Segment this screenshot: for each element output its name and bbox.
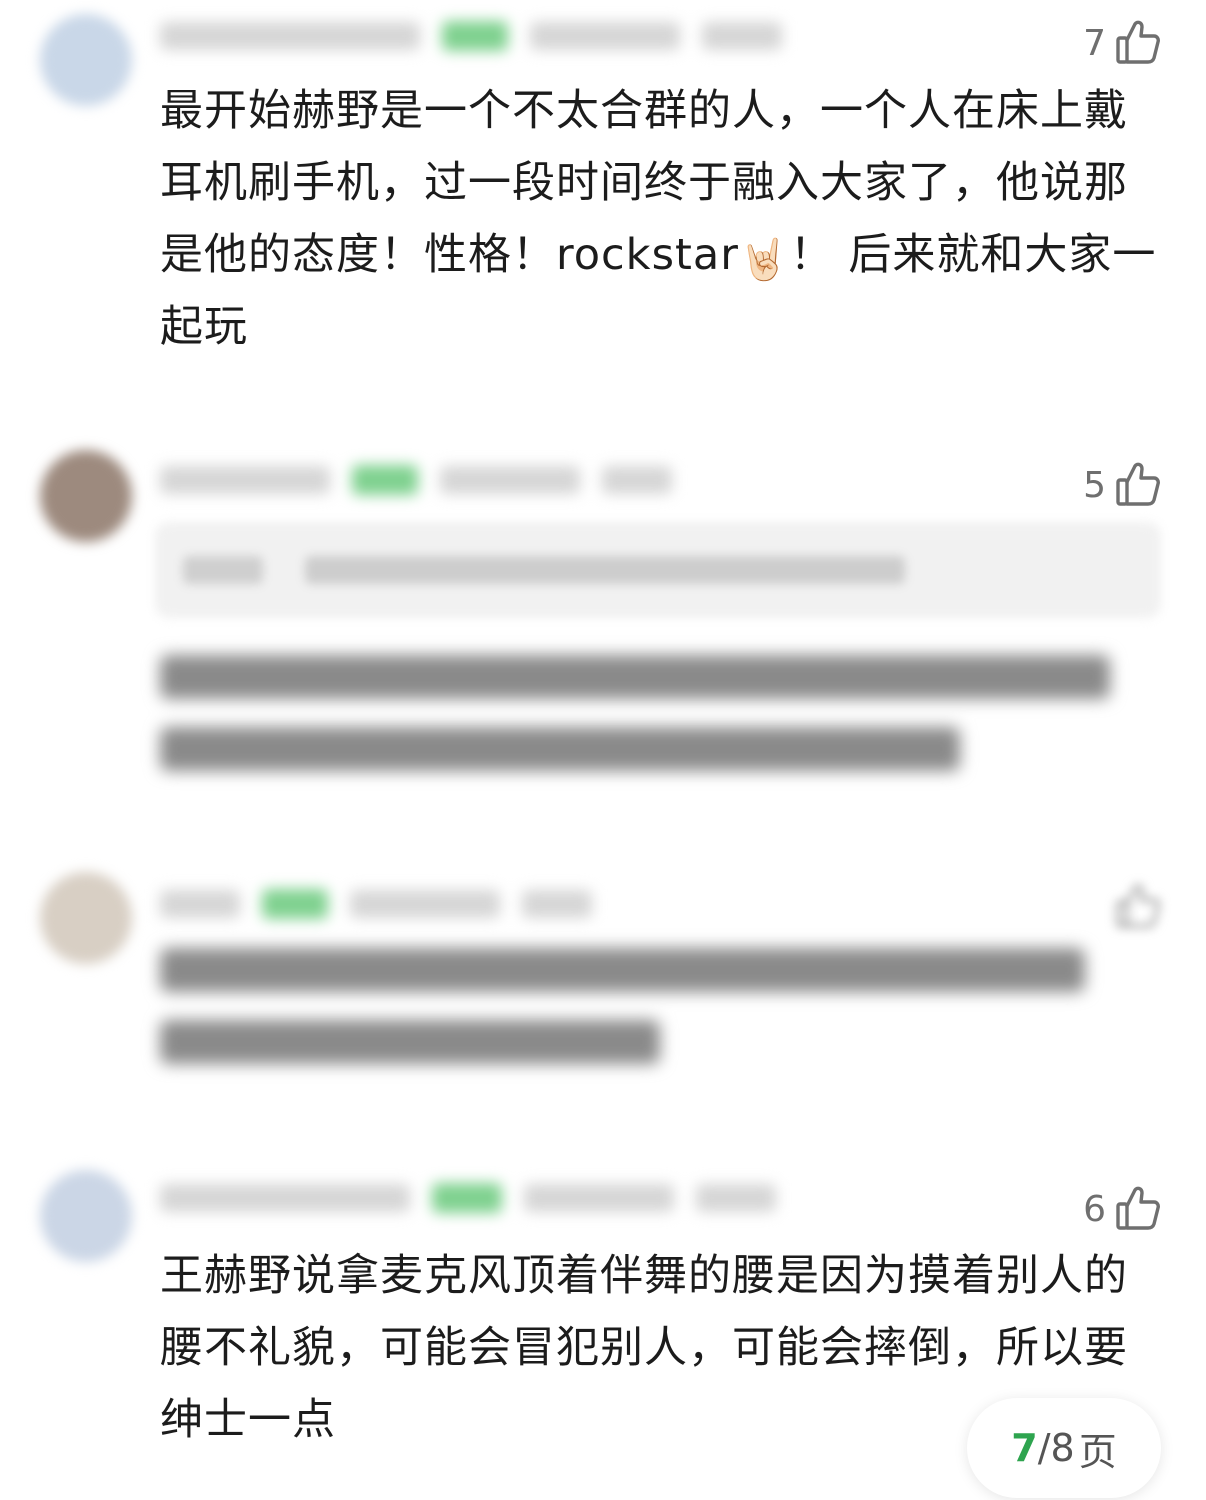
page-indicator[interactable]: 7/8 页: [967, 1398, 1161, 1498]
comment-meta-blurred: [160, 882, 592, 926]
like-button-blurred[interactable]: [1106, 870, 1162, 930]
comment-text: 最开始赫野是一个不太合群的人，一个人在床上戴耳机刷手机，过一段时间终于融入大家了…: [160, 86, 1157, 352]
avatar[interactable]: [40, 872, 132, 964]
page-separator: /: [1037, 1426, 1051, 1470]
comment-meta-blurred: [160, 14, 782, 58]
like-button[interactable]: 7: [1083, 6, 1162, 66]
like-count: 7: [1083, 23, 1106, 64]
page-unit: 页: [1078, 1429, 1117, 1474]
comment-meta-blurred: [160, 1176, 776, 1220]
like-button[interactable]: 6: [1083, 1172, 1162, 1232]
like-button[interactable]: 5: [1083, 448, 1162, 508]
thumbs-up-icon: [1116, 20, 1160, 64]
like-count: 6: [1083, 1189, 1106, 1230]
current-page: 7: [1011, 1426, 1038, 1470]
comment-list: 7 最开始赫野是一个不太合群的人，一个人在床上戴耳机刷手机，过一段时间终于融入大…: [0, 0, 1206, 1500]
avatar[interactable]: [40, 450, 132, 542]
like-count: 5: [1083, 465, 1106, 506]
quoted-reply-blurred[interactable]: [155, 522, 1161, 618]
total-pages: 8: [1050, 1426, 1075, 1470]
thumbs-up-icon: [1116, 1186, 1160, 1230]
comment-text-blurred: [160, 655, 1110, 799]
rock-hand-emoji: 🤘🏻: [738, 237, 790, 283]
comment-text-blurred: [160, 948, 1085, 1092]
avatar[interactable]: [40, 1170, 132, 1262]
thumbs-up-icon: [1116, 884, 1160, 928]
thumbs-up-icon: [1116, 462, 1160, 506]
comment-meta-blurred: [160, 458, 672, 502]
avatar[interactable]: [40, 14, 132, 106]
